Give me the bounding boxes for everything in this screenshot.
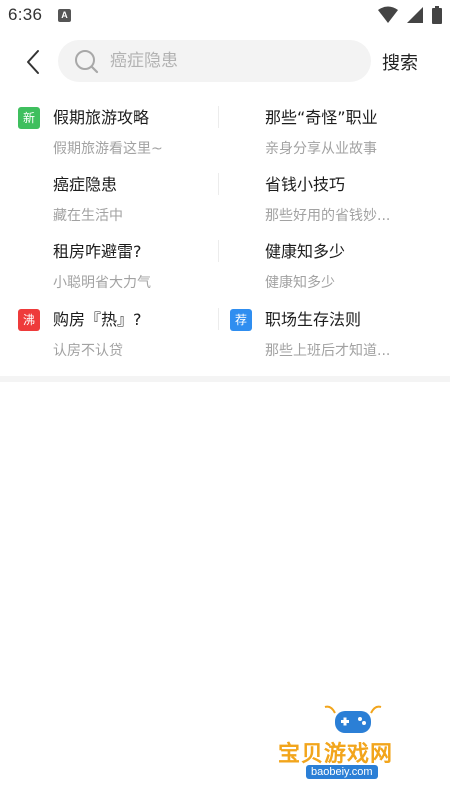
hot-item-title: 那些“奇怪”职业 — [265, 108, 378, 127]
search-input[interactable] — [108, 50, 362, 72]
hot-item-subtitle: 亲身分享从业故事 — [265, 141, 377, 157]
hot-item-workplace[interactable]: 荐 职场生存法则 那些上班后才知道... — [0, 302, 390, 364]
watermark-url: baobeiy.com — [306, 765, 378, 779]
hot-item-subtitle: 健康知多少 — [265, 275, 335, 291]
column-divider — [218, 173, 219, 195]
hot-item-title: 职场生存法则 — [265, 310, 362, 329]
column-divider — [218, 240, 219, 262]
battery-icon — [432, 6, 442, 24]
hot-item-saving-tips[interactable]: 省钱小技巧 那些好用的省钱妙... — [0, 167, 390, 229]
app-notification-icon: A — [58, 9, 71, 22]
column-divider — [218, 106, 219, 128]
hot-item-strange-jobs[interactable]: 那些“奇怪”职业 亲身分享从业故事 — [0, 100, 378, 162]
column-divider — [218, 308, 219, 330]
recommend-badge: 荐 — [230, 309, 252, 331]
status-bar: 6:36 A — [0, 0, 450, 32]
wifi-icon — [377, 6, 398, 23]
hot-item-title: 健康知多少 — [265, 242, 346, 261]
hot-item-subtitle: 那些上班后才知道... — [265, 343, 391, 359]
search-icon — [73, 48, 99, 74]
watermark-text: 宝贝游戏网 — [278, 742, 394, 767]
top-bar: 搜索 — [0, 38, 450, 86]
search-box[interactable] — [58, 40, 371, 82]
back-button[interactable] — [18, 44, 48, 80]
hot-item-title: 省钱小技巧 — [265, 175, 346, 194]
section-divider — [0, 376, 450, 382]
chevron-left-icon — [27, 50, 39, 74]
hot-item-health[interactable]: 健康知多少 健康知多少 — [0, 234, 345, 296]
gamepad-icon — [324, 705, 382, 733]
search-button[interactable]: 搜索 — [382, 49, 418, 75]
hot-item-subtitle: 那些好用的省钱妙... — [265, 208, 391, 224]
status-time: 6:36 — [8, 5, 43, 24]
signal-icon — [406, 7, 423, 23]
watermark-logo: 宝贝游戏网 baobeiy.com — [268, 703, 428, 785]
status-icons — [374, 6, 442, 24]
